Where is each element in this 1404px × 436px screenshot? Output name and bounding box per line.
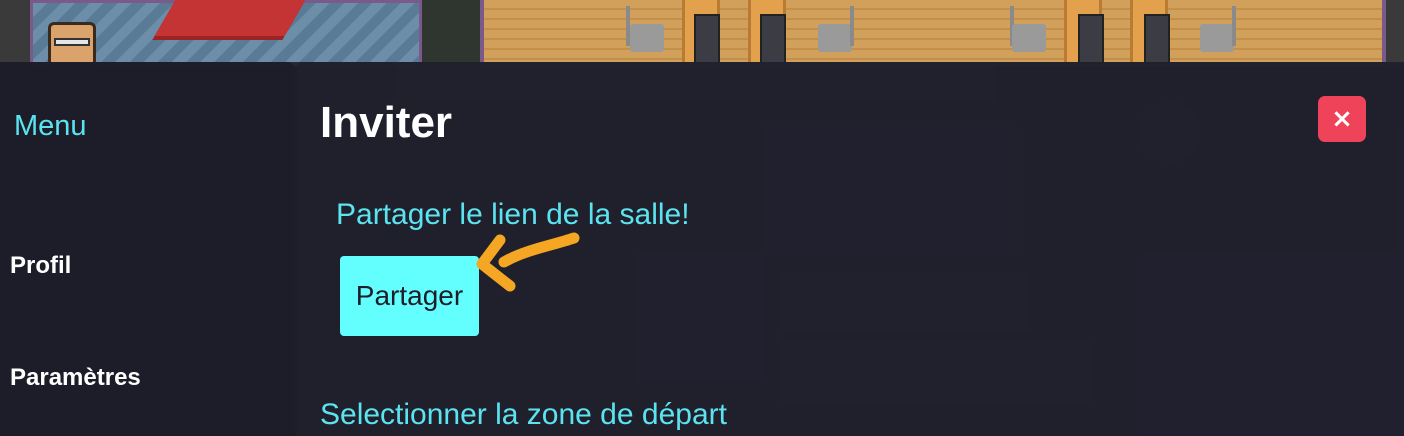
- wall: [422, 0, 480, 66]
- close-button[interactable]: ×: [1318, 96, 1366, 142]
- chair: [850, 6, 854, 46]
- red-furniture: [154, 0, 306, 36]
- chair: [1232, 6, 1236, 46]
- computer-tower: [1144, 14, 1170, 64]
- wall: [0, 0, 30, 66]
- wall: [1386, 0, 1404, 66]
- chair: [630, 24, 664, 52]
- arrow-annotation-icon: [476, 232, 580, 292]
- menu-title: Menu: [14, 110, 87, 142]
- computer-tower: [1078, 14, 1104, 64]
- start-zone-heading: Selectionner la zone de départ: [320, 398, 727, 431]
- menu-item-profil[interactable]: Profil: [10, 252, 71, 280]
- wooden-floor: [480, 0, 1386, 66]
- share-link-heading: Partager le lien de la salle!: [336, 198, 690, 231]
- chair: [1012, 24, 1046, 52]
- avatar-glasses: [54, 38, 90, 46]
- invite-modal: [297, 62, 1404, 436]
- menu-item-parametres[interactable]: Paramètres: [10, 364, 141, 392]
- share-button[interactable]: Partager: [340, 256, 479, 336]
- chair: [1200, 24, 1234, 52]
- computer-tower: [760, 14, 786, 64]
- close-icon: ×: [1331, 104, 1353, 134]
- computer-tower: [694, 14, 720, 64]
- chair: [818, 24, 852, 52]
- modal-title: Inviter: [320, 98, 453, 147]
